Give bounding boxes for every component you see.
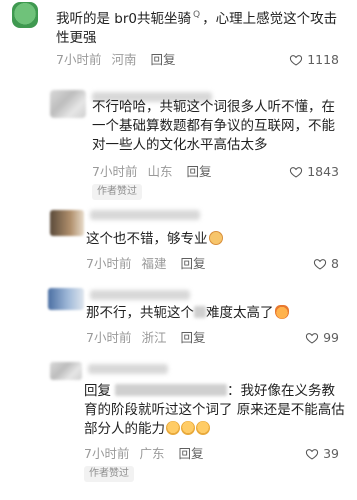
- heart-outline-icon: [313, 258, 327, 270]
- like-button[interactable]: 39: [305, 446, 339, 461]
- like-button[interactable]: 8: [313, 256, 339, 271]
- heart-outline-icon: [290, 166, 303, 178]
- comment-5: 回复 ：我好像在义务教育的阶段就听过这个词了 原来还是不能高估部分人的能力 7小时…: [0, 356, 357, 500]
- comment-text: 我听的是 br0共轭坐骑 Q ，心理上感觉这个攻击性更强: [56, 10, 338, 46]
- comment-location: 福建: [141, 256, 167, 271]
- username-redacted: [90, 210, 200, 220]
- like-button[interactable]: 99: [305, 330, 339, 345]
- comment-time: 7小时前: [86, 330, 132, 345]
- reply-button[interactable]: 回复: [180, 330, 205, 345]
- comment-time: 7小时前: [86, 256, 132, 271]
- like-count: 99: [323, 330, 339, 345]
- author-liked-badge: 作者赞过: [92, 184, 142, 200]
- avatar[interactable]: [50, 210, 84, 236]
- like-count: 1118: [307, 52, 339, 67]
- reply-prefix: 回复: [84, 383, 111, 399]
- comment-meta: 7小时前 福建 回复: [86, 256, 205, 272]
- author-liked-badge: 作者赞过: [84, 466, 134, 482]
- reply-button[interactable]: 回复: [180, 256, 205, 271]
- comment-time: 7小时前: [84, 446, 130, 461]
- heart-outline-icon: [290, 54, 303, 66]
- comment-text: 回复 ：我好像在义务教育的阶段就听过这个词了 原来还是不能高估部分人的能力: [84, 383, 345, 437]
- comment-text: 这个也不错，够专业: [86, 230, 336, 249]
- avatar[interactable]: [12, 2, 38, 28]
- smiling-face-emoji-icon: [166, 421, 180, 435]
- comment-location: 广东: [139, 446, 165, 461]
- heart-outline-icon: [305, 448, 319, 460]
- reply-button[interactable]: 回复: [178, 446, 203, 461]
- comment-meta: 7小时前 河南 回复: [56, 52, 175, 68]
- smiling-face-emoji-icon: [208, 231, 223, 245]
- like-count: 8: [331, 256, 339, 271]
- comment-time: 7小时前: [56, 52, 102, 67]
- comment-meta: 7小时前 山东 回复: [92, 164, 211, 180]
- smiling-face-emoji-icon: [181, 421, 195, 435]
- comment-location: 河南: [111, 52, 137, 67]
- comment-1: 我听的是 br0共轭坐骑 Q ，心理上感觉这个攻击性更强 7小时前 河南 回复 11…: [0, 0, 357, 75]
- reply-button[interactable]: 回复: [150, 52, 175, 67]
- redacted-text: [194, 306, 206, 318]
- like-count: 1843: [307, 164, 339, 179]
- smiling-face-emoji-icon: [196, 421, 210, 435]
- superscript-mark: Q: [193, 10, 201, 20]
- avatar[interactable]: [48, 288, 84, 310]
- reply-button[interactable]: 回复: [186, 164, 211, 179]
- comment-2: 不行哈哈，共轭这个词很多人听不懂，在一个基础算数题都有争议的互联网，不能对一些人…: [0, 78, 357, 200]
- comment-text: 不行哈哈，共轭这个词很多人听不懂，在一个基础算数题都有争议的互联网，不能对一些人…: [92, 99, 335, 153]
- comment-meta: 7小时前 广东 回复: [84, 446, 203, 462]
- scared-cat-emoji-icon: [274, 305, 289, 319]
- like-button[interactable]: 1118: [289, 52, 339, 67]
- comment-location: 浙江: [141, 330, 167, 345]
- username-redacted: [88, 364, 168, 374]
- username-redacted: [90, 290, 190, 300]
- avatar[interactable]: [50, 362, 82, 380]
- redacted-username: [115, 384, 227, 396]
- like-button[interactable]: 1843: [289, 164, 339, 179]
- avatar[interactable]: [50, 90, 86, 118]
- comment-4: 那不行，共轭这个 难度太高了 7小时前 浙江 回复 99: [0, 282, 357, 354]
- comment-location: 山东: [147, 164, 173, 179]
- heart-outline-icon: [305, 332, 319, 344]
- comment-text: 那不行，共轭这个 难度太高了: [86, 304, 346, 323]
- comment-meta: 7小时前 浙江 回复: [86, 330, 205, 346]
- comment-3: 这个也不错，够专业 7小时前 福建 回复 8: [0, 200, 357, 280]
- comment-time: 7小时前: [92, 164, 138, 179]
- like-count: 39: [323, 446, 339, 461]
